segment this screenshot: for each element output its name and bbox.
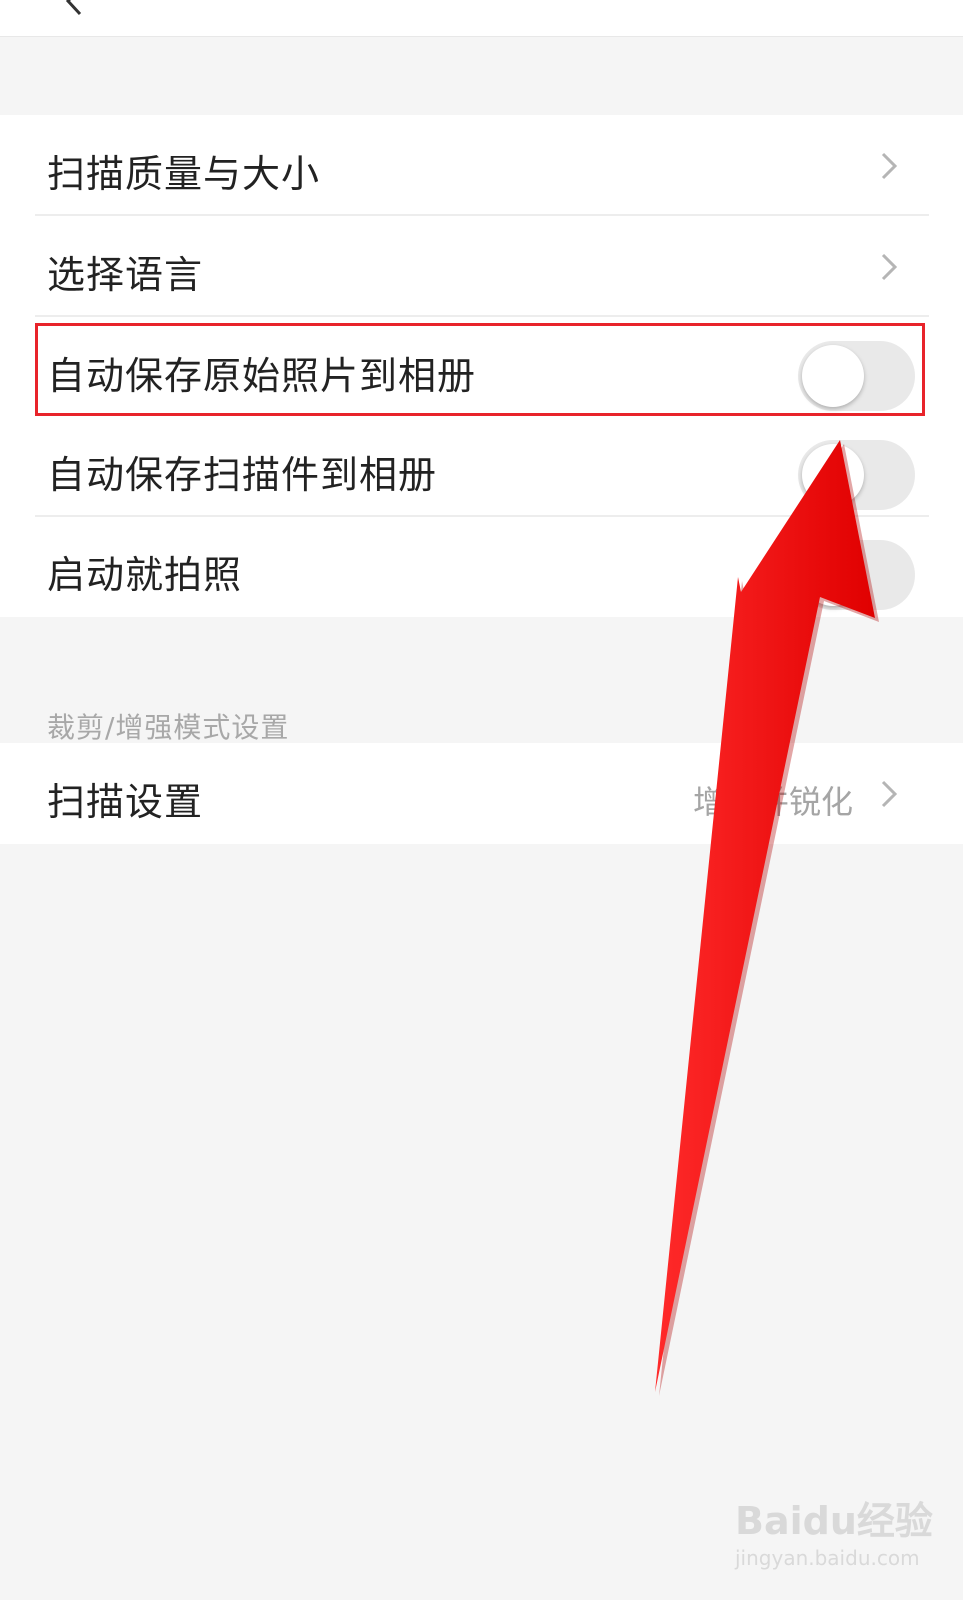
toggle-knob xyxy=(802,544,864,606)
language-item[interactable]: 选择语言 xyxy=(0,216,963,317)
chevron-right-icon xyxy=(881,253,898,281)
scan-settings-item[interactable]: 扫描设置 增强并锐化 xyxy=(0,743,963,844)
toggle-knob xyxy=(802,345,864,407)
watermark-logo: Baidu经验 xyxy=(735,1499,933,1543)
scan-quality-item[interactable]: 扫描质量与大小 xyxy=(0,115,963,216)
watermark: Baidu经验 jingyan.baidu.com xyxy=(735,1490,933,1580)
save-scan-label: 自动保存扫描件到相册 xyxy=(47,453,438,497)
launch-camera-toggle[interactable] xyxy=(798,540,915,610)
scan-quality-label: 扫描质量与大小 xyxy=(47,152,321,196)
scan-settings-group: 扫描设置 增强并锐化 xyxy=(0,743,963,844)
chevron-right-icon xyxy=(881,152,898,180)
back-arrow-icon[interactable] xyxy=(60,0,90,16)
scan-settings-label: 扫描设置 xyxy=(47,780,204,824)
settings-group: 扫描质量与大小 选择语言 自动保存原始照片到相册 自动保存扫描件到相册 启动就拍… xyxy=(0,115,963,617)
save-scan-toggle[interactable] xyxy=(798,440,915,510)
toggle-knob xyxy=(802,444,864,506)
chevron-right-icon xyxy=(881,780,898,808)
language-label: 选择语言 xyxy=(47,253,204,297)
top-bar xyxy=(0,0,963,37)
launch-camera-label: 启动就拍照 xyxy=(47,553,243,597)
save-scan-item: 自动保存扫描件到相册 xyxy=(0,416,963,517)
launch-camera-item: 启动就拍照 xyxy=(0,516,963,617)
save-original-photo-item: 自动保存原始照片到相册 xyxy=(0,317,963,418)
scan-settings-value: 增强并锐化 xyxy=(692,783,853,821)
save-original-photo-label: 自动保存原始照片到相册 xyxy=(47,354,477,398)
save-original-photo-toggle[interactable] xyxy=(798,341,915,411)
section-title: 裁剪/增强模式设置 xyxy=(47,711,290,744)
watermark-url: jingyan.baidu.com xyxy=(735,1546,920,1570)
